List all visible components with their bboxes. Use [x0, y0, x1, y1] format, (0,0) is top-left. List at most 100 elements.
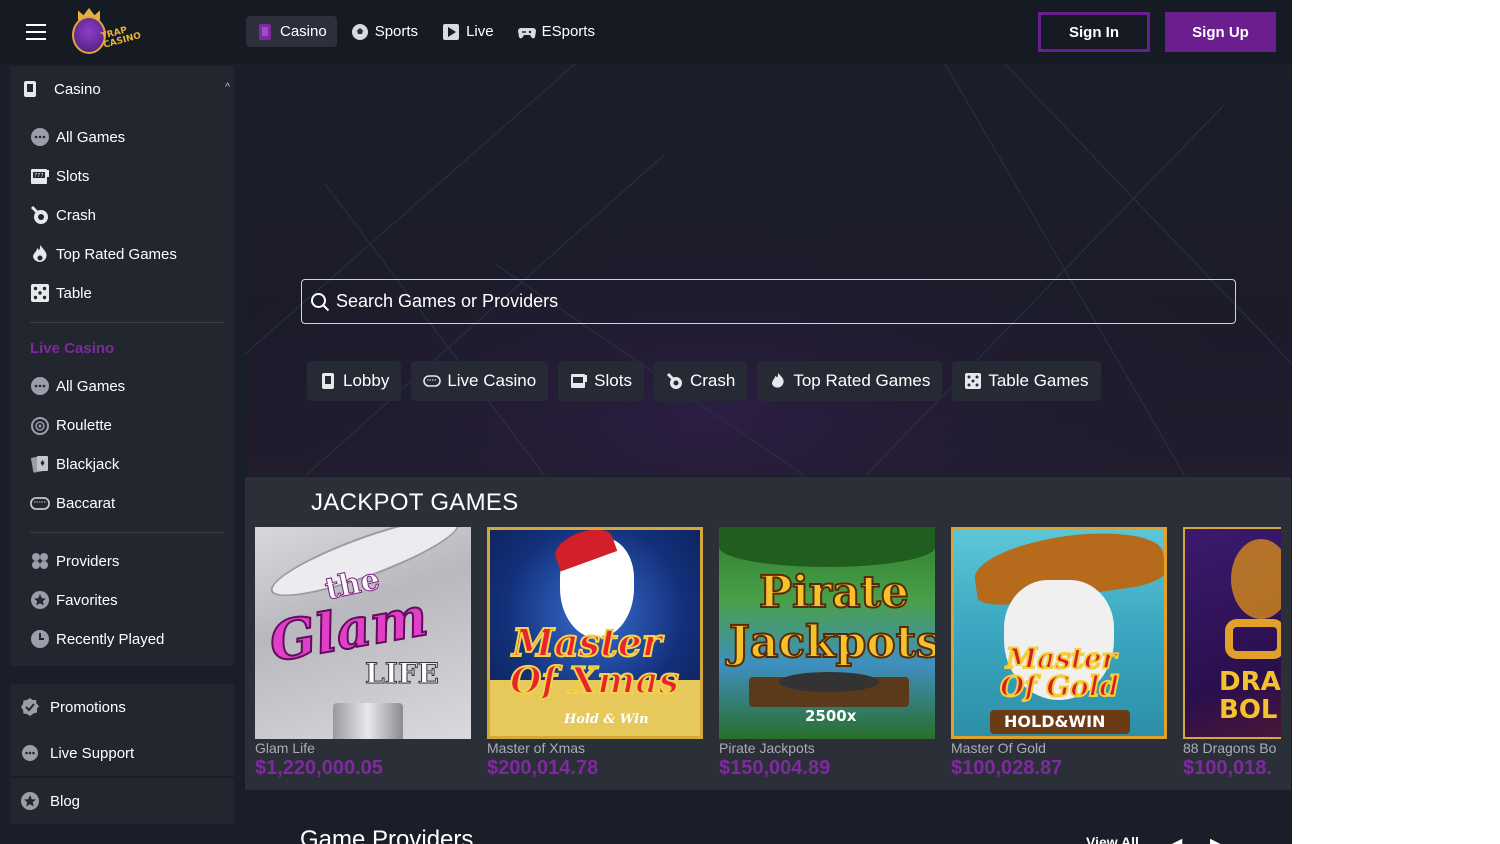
sidebar-item-label: Blackjack	[56, 455, 120, 473]
sidebar-casino-label: Casino	[54, 80, 101, 98]
clock-icon	[31, 630, 49, 648]
sidebar-item-label: Providers	[56, 552, 120, 570]
sidebar-casino-header[interactable]: Casino ^	[20, 76, 230, 102]
sidebar-item-label: Recently Played	[56, 630, 165, 648]
jackpot-section: JACKPOT GAMES the Glam LIFE Glam Life $1…	[245, 477, 1291, 790]
sidebar-item-live-all-games[interactable]: All Games	[30, 373, 125, 399]
top-bar: TRAP CASINO Casino Sports Live ESports Si…	[0, 0, 1292, 64]
search-icon	[311, 292, 330, 311]
sidebar-section-live-casino[interactable]: Live Casino	[30, 340, 114, 357]
sign-up-button[interactable]: Sign Up	[1165, 12, 1276, 52]
top-nav-sports[interactable]: Sports	[341, 16, 428, 47]
flame-icon	[772, 373, 784, 388]
game-name: Pirate Jackpots	[719, 740, 815, 756]
game-card-glam-life[interactable]: the Glam LIFE Glam Life $1,220,000.05	[255, 527, 471, 780]
game-art-text: Jackpots	[728, 616, 935, 669]
chip-label: Live Casino	[447, 371, 537, 390]
casino-logo[interactable]: TRAP CASINO	[66, 6, 142, 56]
sidebar-item-table[interactable]: Table	[30, 280, 92, 306]
top-nav-label: Sports	[374, 23, 419, 40]
clover-icon	[32, 553, 48, 569]
sidebar-item-recently-played[interactable]: Recently Played	[30, 626, 164, 652]
sidebar-item-favorites[interactable]: Favorites	[30, 587, 118, 613]
chip-crash[interactable]: Crash	[653, 361, 748, 401]
top-nav-label: Casino	[280, 23, 327, 40]
chip-top-rated-games[interactable]: Top Rated Games	[757, 361, 943, 401]
sign-in-button[interactable]: Sign In	[1038, 12, 1150, 52]
chip-label: Lobby	[343, 371, 390, 390]
sidebar-item-slots[interactable]: 777 Slots	[30, 163, 89, 189]
search-box[interactable]	[301, 279, 1236, 324]
game-art-text: Of Xmas	[509, 659, 680, 703]
sidebar-item-baccarat[interactable]: Baccarat	[30, 490, 115, 516]
top-nav-casino[interactable]: Casino	[246, 16, 337, 47]
game-thumbnail[interactable]: DRA BOL	[1183, 527, 1281, 739]
next-arrow-icon[interactable]: ▶	[1210, 834, 1222, 844]
sidebar-item-label: Table	[56, 284, 92, 302]
sidebar-item-roulette[interactable]: Roulette	[30, 412, 112, 438]
sidebar-item-label: Top Rated Games	[56, 245, 177, 263]
providers-title: Game Providers	[300, 826, 474, 844]
sidebar-item-label: All Games	[56, 128, 126, 146]
dice-icon	[965, 373, 982, 389]
sidebar-item-providers[interactable]: Providers	[30, 548, 119, 574]
game-name: Glam Life	[255, 740, 315, 756]
sidebar-casino-panel: Casino ^ All Games 777 Slots Crash Top R…	[10, 66, 234, 666]
sidebar-item-crash[interactable]: Crash	[30, 202, 96, 228]
casino-card-icon	[322, 373, 334, 389]
sidebar-item-label: Live Support	[50, 744, 135, 762]
game-card-master-of-xmas[interactable]: Master Of Xmas Hold & Win Master of Xmas…	[487, 527, 703, 780]
game-art-text: Master	[511, 619, 663, 666]
category-chips: Lobby Live Casino Slots Crash Top Rated …	[307, 361, 1101, 401]
game-thumbnail[interactable]: Master Of Xmas Hold & Win	[487, 527, 703, 739]
svg-text:777: 777	[34, 173, 44, 179]
game-art-text: Of Gold	[999, 669, 1120, 704]
sidebar-item-label: Promotions	[50, 698, 126, 716]
game-thumbnail[interactable]: Master Of Gold HOLD&WIN	[951, 527, 1167, 739]
sidebar-item-all-games[interactable]: All Games	[30, 124, 125, 150]
game-thumbnail[interactable]: Pirate Jackpots 2500x	[719, 527, 935, 739]
top-nav-live[interactable]: Live	[432, 16, 504, 47]
sidebar-item-top-rated[interactable]: Top Rated Games	[30, 241, 177, 267]
dice-icon	[31, 284, 49, 302]
game-art-text: DRA	[1219, 667, 1281, 697]
soccer-ball-icon	[351, 23, 368, 40]
top-nav: Casino Sports Live ESports	[246, 16, 605, 47]
chevron-up-icon[interactable]: ^	[225, 82, 230, 93]
jackpot-amount: $100,028.87	[951, 757, 1063, 779]
game-card-88-dragons[interactable]: DRA BOL 88 Dragons Bo $100,018.	[1183, 527, 1281, 780]
sidebar-item-live-support[interactable]: Live Support	[20, 740, 134, 766]
menu-icon[interactable]	[26, 24, 46, 40]
gamepad-icon	[517, 27, 536, 38]
sidebar-item-blackjack[interactable]: Blackjack	[30, 451, 119, 477]
chip-live-casino[interactable]: Live Casino	[411, 361, 549, 401]
cards-icon	[31, 456, 48, 473]
top-nav-esports[interactable]: ESports	[508, 16, 605, 47]
chip-slots[interactable]: Slots	[558, 361, 644, 401]
casino-card-icon	[259, 23, 271, 40]
sidebar-item-blog[interactable]: Blog	[20, 788, 80, 814]
hero-background	[245, 64, 1292, 476]
star-icon	[31, 591, 49, 609]
sidebar-item-label: Favorites	[56, 591, 118, 609]
chip-table-games[interactable]: Table Games	[952, 361, 1101, 401]
game-thumbnail[interactable]: the Glam LIFE	[255, 527, 471, 739]
top-nav-label: ESports	[541, 23, 595, 40]
sidebar-item-label: All Games	[56, 377, 126, 395]
prev-arrow-icon[interactable]: ◀	[1170, 834, 1182, 844]
baccarat-icon	[423, 375, 442, 387]
jackpot-amount: $200,014.78	[487, 757, 599, 779]
game-name: 88 Dragons Bo	[1183, 740, 1277, 756]
chip-label: Slots	[594, 371, 632, 390]
chip-label: Crash	[689, 371, 736, 390]
view-all-link[interactable]: View All	[1086, 834, 1139, 844]
chip-lobby[interactable]: Lobby	[307, 361, 402, 401]
game-card-master-of-gold[interactable]: Master Of Gold HOLD&WIN Master Of Gold $…	[951, 527, 1167, 780]
game-art-text: LIFE	[364, 657, 440, 691]
game-art-text: Pirate	[758, 566, 910, 619]
sidebar-item-promotions[interactable]: Promotions	[20, 694, 126, 720]
search-input[interactable]	[336, 291, 1235, 312]
game-card-pirate-jackpots[interactable]: Pirate Jackpots 2500x Pirate Jackpots $1…	[719, 527, 935, 780]
chips-icon	[31, 128, 49, 146]
crash-icon	[666, 372, 682, 389]
